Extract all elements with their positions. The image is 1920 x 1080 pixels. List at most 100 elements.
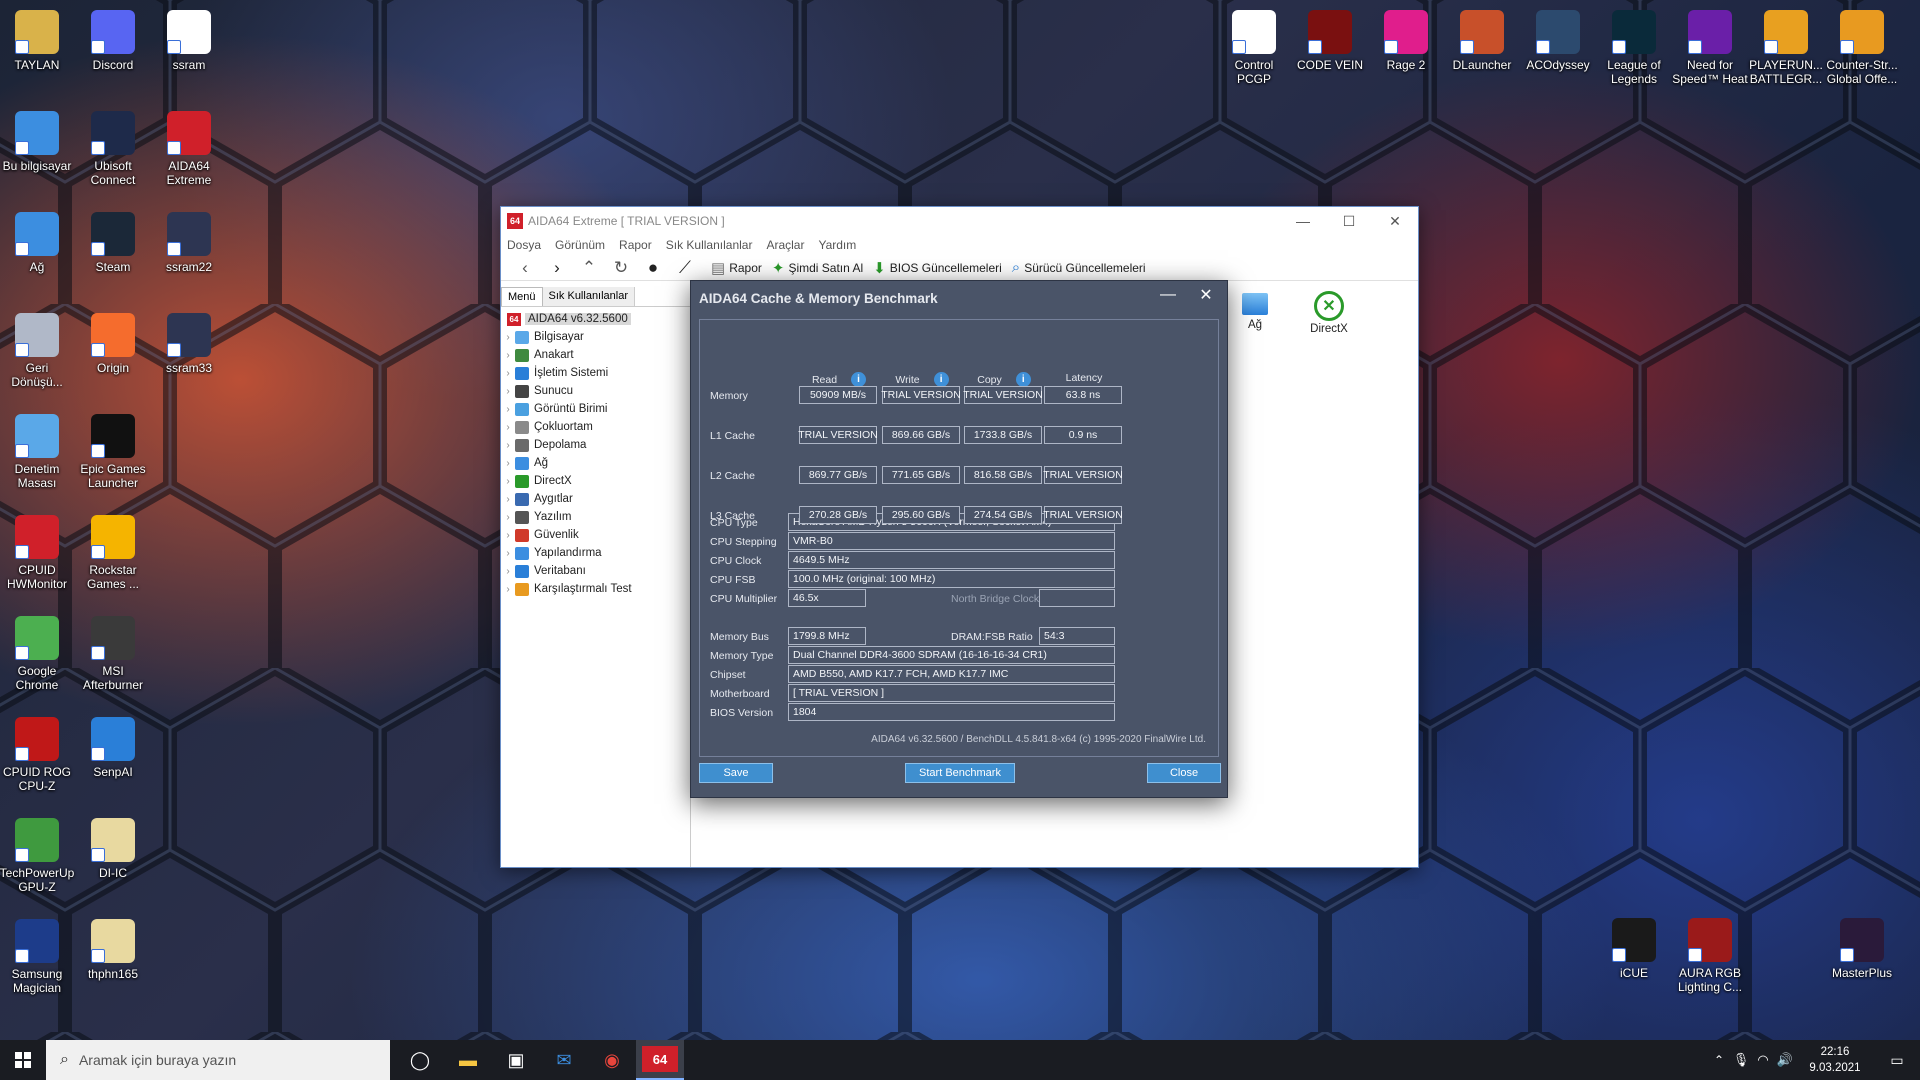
desktop-shortcut[interactable]: Origin	[75, 313, 151, 375]
desktop-shortcut[interactable]: TechPowerUp GPU-Z	[0, 818, 75, 894]
desktop-shortcut[interactable]: thphn165	[75, 919, 151, 981]
microphone-icon[interactable]: 🎙	[1730, 1040, 1752, 1080]
desktop-shortcut[interactable]: ssram22	[151, 212, 227, 274]
chevron-right-icon[interactable]: ›	[501, 566, 515, 577]
maximize-button[interactable]: ☐	[1326, 207, 1372, 235]
desktop-shortcut[interactable]: Control PCGP	[1216, 10, 1292, 86]
menu-dosya[interactable]: Dosya	[507, 238, 541, 252]
tab-menu[interactable]: Menü	[501, 287, 543, 306]
clock[interactable]: 22:16 9.03.2021	[1796, 1044, 1874, 1076]
close-button[interactable]: Close	[1147, 763, 1221, 783]
desktop-shortcut[interactable]: Steam	[75, 212, 151, 274]
start-button[interactable]	[0, 1040, 46, 1080]
tree-item[interactable]: › Anakart	[501, 346, 690, 364]
chevron-right-icon[interactable]: ›	[501, 548, 515, 559]
buy-now-button[interactable]: ✦ Şimdi Satın Al	[772, 259, 863, 277]
chevron-right-icon[interactable]: ›	[501, 332, 515, 343]
desktop-shortcut[interactable]: ssram33	[151, 313, 227, 375]
refresh-icon[interactable]: ↻	[605, 258, 637, 278]
chevron-right-icon[interactable]: ›	[501, 512, 515, 523]
chart-icon[interactable]: ⟋	[669, 258, 701, 278]
desktop-shortcut[interactable]: CPUID HWMonitor	[0, 515, 75, 591]
desktop-shortcut[interactable]: CPUID ROG CPU-Z	[0, 717, 75, 793]
tree-item[interactable]: › Sunucu	[501, 382, 690, 400]
tree-item[interactable]: › Karşılaştırmalı Test	[501, 580, 690, 598]
mail-icon[interactable]: ✉	[540, 1040, 588, 1080]
minimize-button[interactable]: —	[1280, 207, 1326, 235]
chevron-right-icon[interactable]: ›	[501, 386, 515, 397]
info-icon[interactable]: i	[851, 372, 867, 387]
desktop-shortcut[interactable]: Discord	[75, 10, 151, 72]
chevron-right-icon[interactable]: ›	[501, 422, 515, 433]
menu-sik-kullanilanlar[interactable]: Sık Kullanılanlar	[666, 238, 753, 252]
file-explorer-icon[interactable]: ▬	[444, 1040, 492, 1080]
tree-item[interactable]: › Aygıtlar	[501, 490, 690, 508]
desktop-shortcut[interactable]: DI-IC	[75, 818, 151, 880]
tree-item[interactable]: › Yazılım	[501, 508, 690, 526]
back-icon[interactable]: ‹	[509, 258, 541, 278]
desktop-shortcut[interactable]: Bu bilgisayar	[0, 111, 75, 173]
desktop-shortcut[interactable]: DLauncher	[1444, 10, 1520, 72]
close-window-button[interactable]: ✕	[1372, 207, 1418, 235]
chevron-right-icon[interactable]: ›	[501, 458, 515, 469]
chevron-right-icon[interactable]: ›	[501, 404, 515, 415]
desktop-shortcut[interactable]: Ubisoft Connect	[75, 111, 151, 187]
desktop-shortcut[interactable]: Denetim Masası	[0, 414, 75, 490]
chrome-icon[interactable]: ◉	[588, 1040, 636, 1080]
volume-icon[interactable]: 🔊	[1774, 1040, 1796, 1080]
chevron-right-icon[interactable]: ›	[501, 584, 515, 595]
start-benchmark-button[interactable]: Start Benchmark	[905, 763, 1015, 783]
tree-item[interactable]: › Bilgisayar	[501, 328, 690, 346]
desktop-shortcut[interactable]: ACOdyssey	[1520, 10, 1596, 72]
desktop-shortcut[interactable]: Epic Games Launcher	[75, 414, 151, 490]
taskbar-search[interactable]: ⌕ Aramak için buraya yazın	[46, 1040, 390, 1080]
desktop-shortcut[interactable]: SenpAI	[75, 717, 151, 779]
menu-yardim[interactable]: Yardım	[818, 238, 856, 252]
driver-updates-button[interactable]: ⌕ Sürücü Güncellemeleri	[1012, 259, 1146, 276]
desktop-shortcut[interactable]: CODE VEIN	[1292, 10, 1368, 72]
desktop-shortcut[interactable]: PLAYERUN... BATTLEGR...	[1748, 10, 1824, 86]
chevron-right-icon[interactable]: ›	[501, 440, 515, 451]
chevron-right-icon[interactable]: ›	[501, 368, 515, 379]
desktop-shortcut[interactable]: ssram	[151, 10, 227, 72]
tree-item[interactable]: › DirectX	[501, 472, 690, 490]
desktop-shortcut[interactable]: Google Chrome	[0, 616, 75, 692]
desktop-shortcut[interactable]: League of Legends	[1596, 10, 1672, 86]
tree-root[interactable]: 64 AIDA64 v6.32.5600	[501, 310, 690, 328]
info-icon[interactable]: i	[933, 372, 949, 387]
tree-item[interactable]: › Depolama	[501, 436, 690, 454]
wifi-icon[interactable]: ◠	[1752, 1040, 1774, 1080]
desktop-shortcut[interactable]: AURA RGB Lighting C...	[1672, 918, 1748, 994]
report-button[interactable]: ▤ Rapor	[711, 259, 762, 277]
tab-favorites[interactable]: Sık Kullanılanlar	[542, 287, 636, 306]
menu-rapor[interactable]: Rapor	[619, 238, 652, 252]
notification-icon[interactable]: ▭	[1874, 1040, 1920, 1080]
content-item-directx[interactable]: ✕ DirectX	[1299, 291, 1359, 335]
desktop-shortcut[interactable]: Rockstar Games ...	[75, 515, 151, 591]
menu-gorunum[interactable]: Görünüm	[555, 238, 605, 252]
tree-item[interactable]: › Yapılandırma	[501, 544, 690, 562]
desktop-shortcut[interactable]: Geri Dönüşü...	[0, 313, 75, 389]
forward-icon[interactable]: ›	[541, 258, 573, 278]
content-item-network[interactable]: Ağ	[1225, 293, 1285, 331]
info-icon[interactable]: i	[1015, 372, 1031, 387]
tree-item[interactable]: › Çokluortam	[501, 418, 690, 436]
tree-item[interactable]: › Ağ	[501, 454, 690, 472]
desktop-shortcut[interactable]: MSI Afterburner	[75, 616, 151, 692]
bios-updates-button[interactable]: ⬇ BIOS Güncellemeleri	[873, 259, 1002, 277]
desktop-shortcut[interactable]: Samsung Magician	[0, 919, 75, 995]
aida64-icon[interactable]: 64	[636, 1040, 684, 1080]
desktop-shortcut[interactable]: TAYLAN	[0, 10, 75, 72]
desktop-shortcut[interactable]: Counter-Str... Global Offe...	[1824, 10, 1900, 86]
desktop-shortcut[interactable]: AIDA64 Extreme	[151, 111, 227, 187]
desktop-shortcut[interactable]: Ağ	[0, 212, 75, 274]
tree-item[interactable]: › Görüntü Birimi	[501, 400, 690, 418]
chevron-up-icon[interactable]: ⌃	[1708, 1040, 1730, 1080]
chevron-right-icon[interactable]: ›	[501, 530, 515, 541]
benchmark-dialog[interactable]: AIDA64 Cache & Memory Benchmark — ✕ Read…	[690, 280, 1228, 798]
chevron-right-icon[interactable]: ›	[501, 476, 515, 487]
desktop-shortcut[interactable]: MasterPlus	[1824, 918, 1900, 980]
chevron-right-icon[interactable]: ›	[501, 494, 515, 505]
cortana-icon[interactable]: ◯	[396, 1040, 444, 1080]
save-button[interactable]: Save	[699, 763, 773, 783]
